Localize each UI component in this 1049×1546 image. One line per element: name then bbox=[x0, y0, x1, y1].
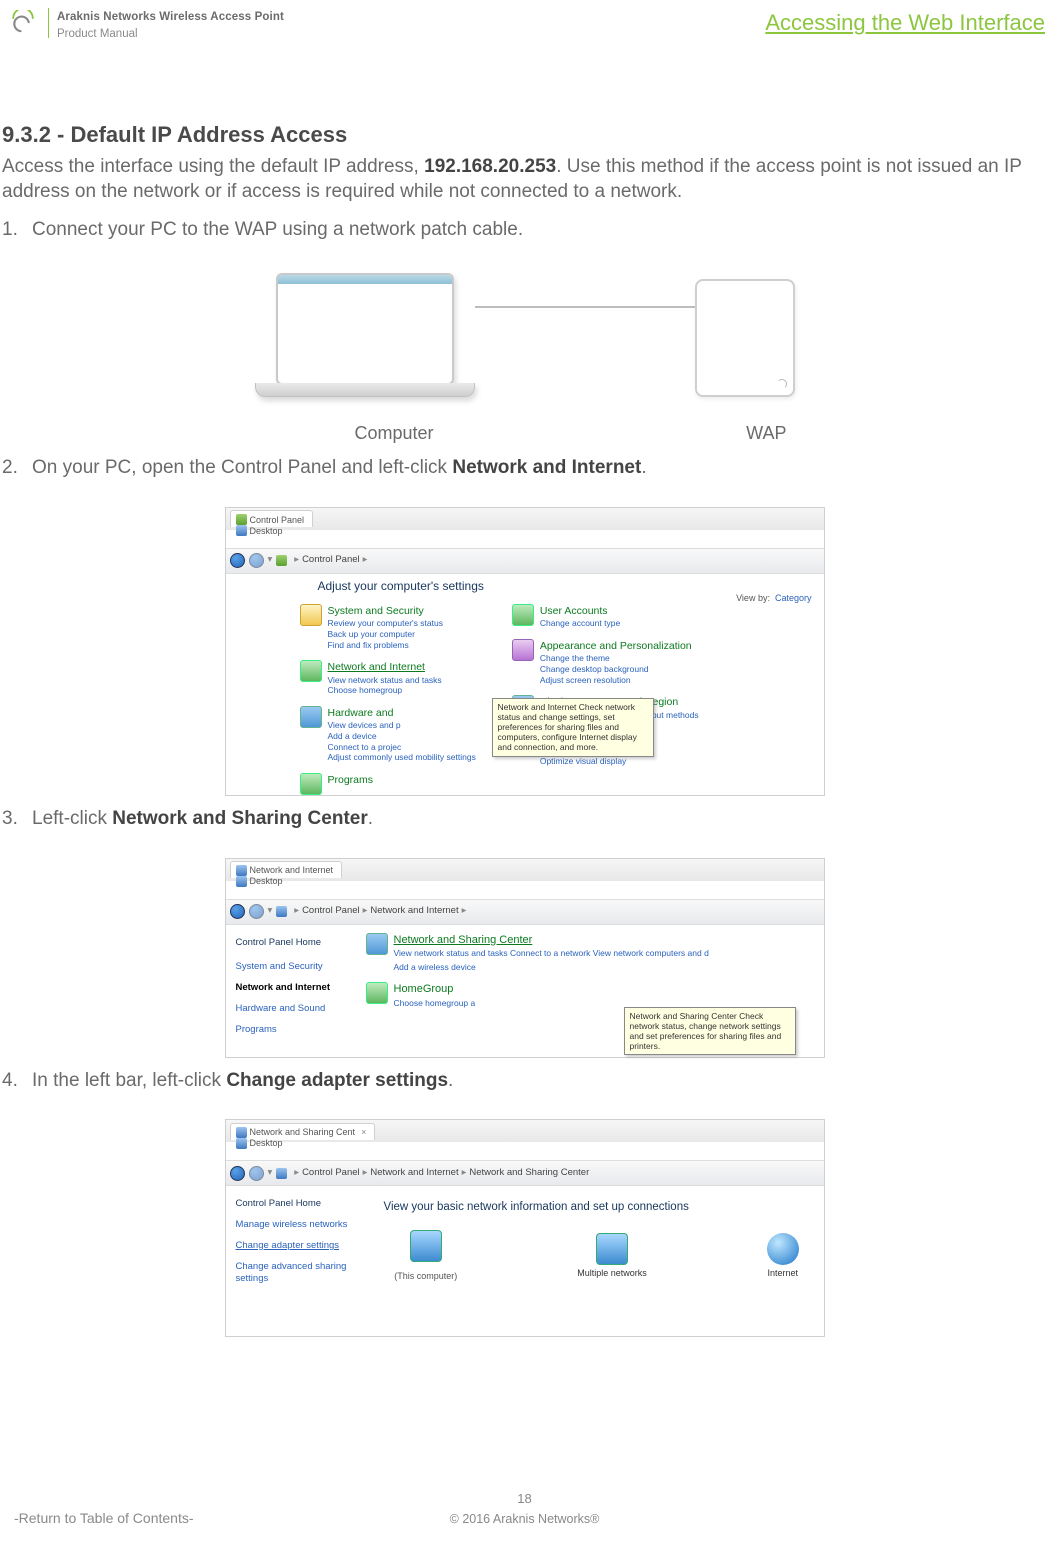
step-4-text: In the left bar, left-click Change adapt… bbox=[32, 1068, 453, 1094]
step-1-number: 1. bbox=[2, 217, 32, 243]
link-system-security[interactable]: System and Security bbox=[328, 605, 424, 617]
view-by-dropdown[interactable]: Category bbox=[775, 593, 812, 603]
section-running-head: Accessing the Web Interface bbox=[765, 10, 1045, 35]
link-network-internet[interactable]: Network and Internet bbox=[328, 661, 425, 673]
nav-back-icon[interactable] bbox=[230, 553, 245, 568]
nav-back-icon[interactable] bbox=[230, 1166, 245, 1181]
screenshot-control-panel: Control Panel Desktop ▾ ▸Control Panel▸ … bbox=[225, 507, 825, 796]
header-divider bbox=[48, 8, 49, 38]
brand-logo-wrap bbox=[0, 8, 46, 36]
crumb-icon bbox=[276, 906, 287, 917]
wap-icon bbox=[695, 279, 795, 397]
programs-icon bbox=[300, 773, 322, 795]
link-network-sharing-center[interactable]: Network and Sharing Center bbox=[394, 934, 533, 946]
screenshot-network-sharing-center: Network and Sharing Cent× Desktop ▾ ▸Con… bbox=[225, 1119, 825, 1337]
header-subtitle: Product Manual bbox=[57, 27, 284, 43]
header-title: Araknis Networks Wireless Access Point bbox=[57, 10, 284, 26]
desktop-tab-icon bbox=[236, 876, 247, 887]
step-1: 1. Connect your PC to the WAP using a ne… bbox=[2, 217, 1047, 243]
appearance-icon bbox=[512, 639, 534, 661]
doc-header: Araknis Networks Wireless Access Point P… bbox=[0, 0, 1049, 60]
tooltip-network-internet: Network and Internet Check network statu… bbox=[492, 698, 654, 757]
screenshot-network-internet: Network and Internet Desktop ▾ ▸Control … bbox=[225, 858, 825, 1058]
system-security-icon bbox=[300, 604, 322, 626]
step-4: 4. In the left bar, left-click Change ad… bbox=[2, 1068, 1047, 1094]
step-2: 2. On your PC, open the Control Panel an… bbox=[2, 455, 1047, 481]
network-internet-icon bbox=[300, 660, 322, 682]
step-3-number: 3. bbox=[2, 806, 32, 832]
crumb-icon bbox=[276, 1168, 287, 1179]
section-intro: Access the interface using the default I… bbox=[2, 154, 1047, 205]
connection-diagram bbox=[2, 273, 1047, 397]
default-ip: 192.168.20.253 bbox=[424, 156, 556, 177]
page-number: 18 bbox=[517, 1490, 531, 1508]
steps-list: 1. Connect your PC to the WAP using a ne… bbox=[2, 217, 1047, 1337]
intro-part-a: Access the interface using the default I… bbox=[2, 156, 424, 177]
internet-icon bbox=[767, 1233, 799, 1265]
step-2-text: On your PC, open the Control Panel and l… bbox=[32, 455, 647, 481]
this-computer-icon bbox=[410, 1230, 442, 1262]
desktop-tab-icon bbox=[236, 1138, 247, 1149]
page-footer: -Return to Table of Contents- 18 © 2016 … bbox=[0, 1509, 1049, 1528]
step-4-number: 4. bbox=[2, 1068, 32, 1094]
step-3-text: Left-click Network and Sharing Center. bbox=[32, 806, 373, 832]
hardware-icon bbox=[300, 706, 322, 728]
copyright: © 2016 Araknis Networks® bbox=[450, 1511, 600, 1528]
desktop-tab-icon bbox=[236, 525, 247, 536]
header-text: Araknis Networks Wireless Access Point P… bbox=[57, 8, 284, 42]
cp-home-link[interactable]: Control Panel Home bbox=[236, 937, 356, 950]
user-accounts-icon bbox=[512, 604, 534, 626]
tooltip-nsc: Network and Sharing Center Check network… bbox=[624, 1007, 796, 1056]
crumb-icon bbox=[276, 555, 287, 566]
nsc-icon bbox=[366, 933, 388, 955]
cp-home-link[interactable]: Control Panel Home bbox=[236, 1198, 372, 1211]
section-title: 9.3.2 - Default IP Address Access bbox=[2, 120, 1047, 150]
nav-back-icon[interactable] bbox=[230, 904, 245, 919]
page-content: 9.3.2 - Default IP Address Access Access… bbox=[0, 60, 1049, 1337]
label-wap: WAP bbox=[746, 421, 786, 445]
header-right: Accessing the Web Interface bbox=[765, 8, 1049, 38]
toc-link[interactable]: -Return to Table of Contents- bbox=[14, 1509, 194, 1528]
homegroup-icon bbox=[366, 982, 388, 1004]
link-change-adapter-settings[interactable]: Change adapter settings bbox=[236, 1240, 372, 1253]
nav-forward-icon[interactable] bbox=[249, 1166, 264, 1181]
diagram-labels: Computer WAP bbox=[245, 421, 805, 445]
brand-logo-icon bbox=[10, 10, 36, 36]
label-computer: Computer bbox=[355, 421, 434, 445]
step-3: 3. Left-click Network and Sharing Center… bbox=[2, 806, 1047, 832]
nav-forward-icon[interactable] bbox=[249, 553, 264, 568]
computer-icon bbox=[255, 273, 475, 397]
step-2-number: 2. bbox=[2, 455, 32, 481]
multiple-networks-icon bbox=[596, 1233, 628, 1265]
patch-cable-icon bbox=[475, 306, 695, 308]
nav-forward-icon[interactable] bbox=[249, 904, 264, 919]
step-1-text: Connect your PC to the WAP using a netwo… bbox=[32, 217, 523, 243]
